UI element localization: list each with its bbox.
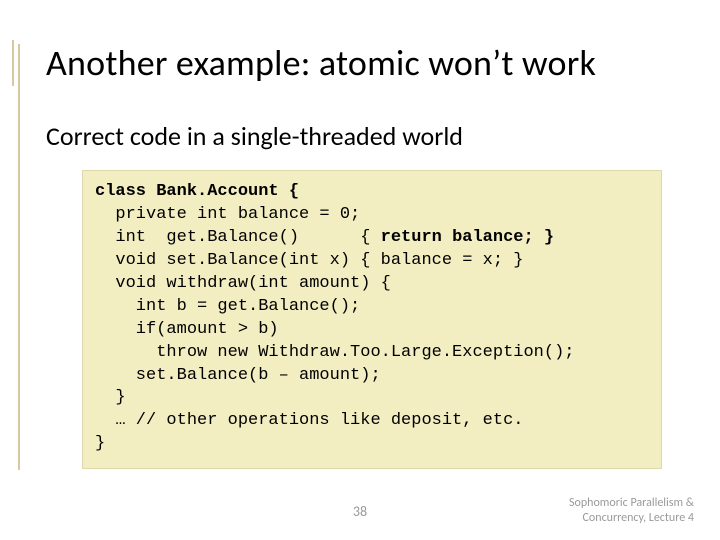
code-line: int get.Balance() { bbox=[95, 228, 381, 247]
accent-line-short bbox=[12, 40, 14, 86]
footer-line-2: Concurrency, Lecture 4 bbox=[583, 511, 694, 525]
footer-line-1: Sophomoric Parallelism & bbox=[569, 496, 694, 510]
slide: Another example: atomic won’t work Corre… bbox=[0, 0, 720, 540]
code-line: set.Balance(b – amount); bbox=[95, 366, 381, 385]
code-line: int b = get.Balance(); bbox=[95, 297, 360, 316]
footer: Sophomoric Parallelism & Concurrency, Le… bbox=[534, 496, 694, 526]
kw-class: class bbox=[95, 182, 146, 201]
kw-return: return bbox=[381, 228, 442, 247]
slide-subtitle: Correct code in a single-threaded world bbox=[46, 120, 463, 152]
code-line: } bbox=[95, 388, 126, 407]
code-line: throw new Withdraw.Too.Large.Exception()… bbox=[95, 343, 574, 362]
code-line: if(amount > b) bbox=[95, 320, 279, 339]
code-line: } bbox=[95, 434, 105, 453]
code-line: void withdraw(int amount) { bbox=[95, 274, 391, 293]
code-line: private int balance = 0; bbox=[95, 205, 360, 224]
slide-title: Another example: atomic won’t work bbox=[46, 44, 596, 84]
code-line: void set.Balance(int x) { balance = x; } bbox=[95, 251, 523, 270]
code-bold: balance; } bbox=[442, 228, 554, 247]
accent-line-long bbox=[18, 44, 20, 470]
accent-lines bbox=[12, 40, 40, 470]
code-line: … // other operations like deposit, etc. bbox=[95, 411, 523, 430]
class-name: Bank.Account { bbox=[146, 182, 299, 201]
code-block: class Bank.Account { private int balance… bbox=[82, 170, 662, 469]
